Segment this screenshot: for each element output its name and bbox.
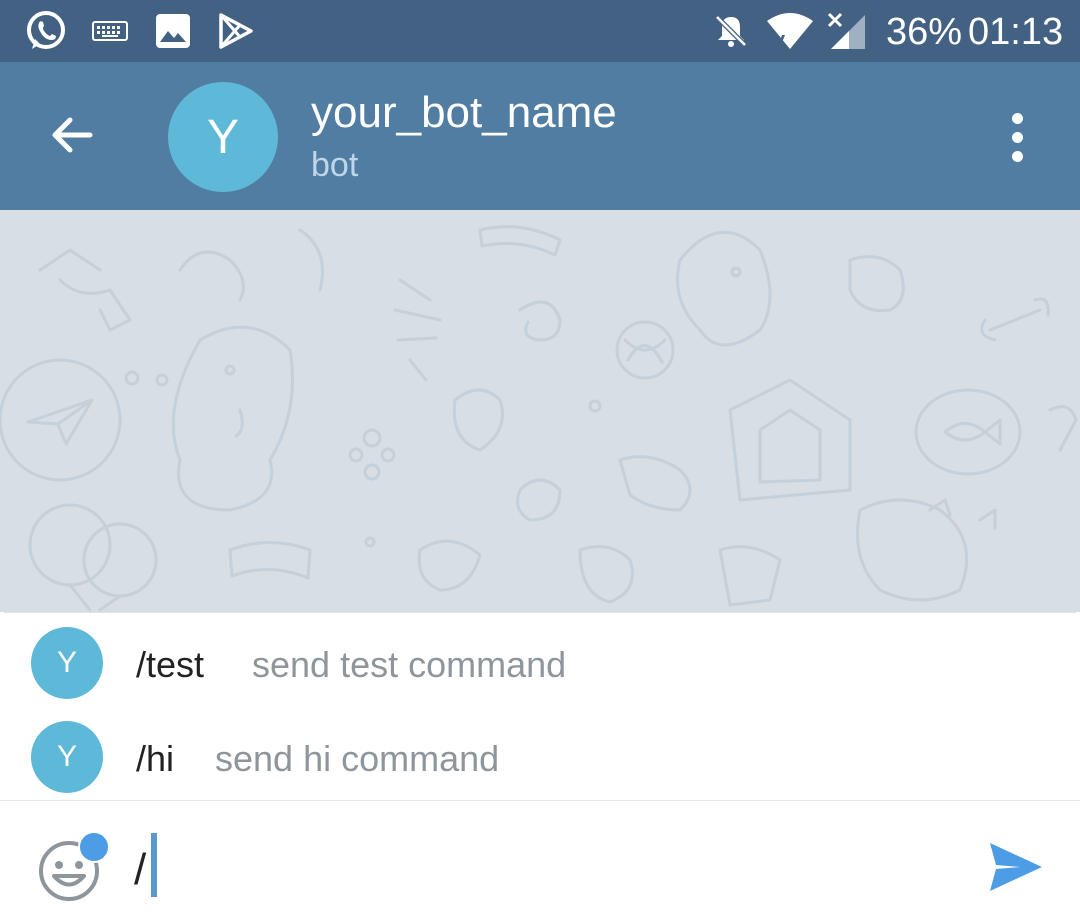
send-icon [990, 843, 1042, 891]
keyboard-icon [90, 0, 130, 62]
suggestion-description: send hi command [215, 738, 500, 779]
bot-avatar[interactable]: Y [168, 82, 278, 192]
whatsapp-icon [22, 0, 70, 62]
command-suggestions: Y /test send test command Y /hi send hi … [4, 612, 1076, 801]
doodle-pattern [0, 225, 1078, 612]
more-vert-icon[interactable] [990, 102, 1044, 172]
suggestion-command: /test [136, 644, 205, 685]
send-button[interactable] [986, 837, 1046, 897]
suggestion-avatar: Y [31, 721, 103, 793]
chat-header: Y your_bot_name bot [0, 62, 1080, 210]
message-input-bar: / [0, 800, 1080, 913]
status-bar: 36% 01:13 [0, 0, 1080, 62]
suggestion-avatar: Y [31, 627, 103, 699]
notification-dot [78, 831, 110, 863]
suggestion-item-test[interactable]: Y /test send test command [4, 613, 1076, 707]
text-cursor [151, 833, 157, 897]
suggestion-description: send test command [252, 644, 567, 685]
image-icon [152, 0, 194, 62]
chat-subtitle: bot [311, 146, 359, 184]
chat-background [0, 210, 1080, 612]
message-input[interactable]: / [134, 845, 146, 895]
play-store-icon [214, 0, 256, 62]
notifications-off-icon [710, 0, 752, 62]
suggestion-item-hi[interactable]: Y /hi send hi command [4, 707, 1076, 801]
suggestion-command: /hi [136, 738, 175, 779]
signal-icon [824, 0, 868, 62]
wifi-icon [764, 0, 816, 62]
chat-title[interactable]: your_bot_name [311, 88, 617, 138]
back-button[interactable] [36, 92, 108, 178]
clock: 01:13 [968, 11, 1064, 53]
arrow-left-icon [52, 117, 93, 153]
battery-percentage: 36% [886, 11, 963, 53]
